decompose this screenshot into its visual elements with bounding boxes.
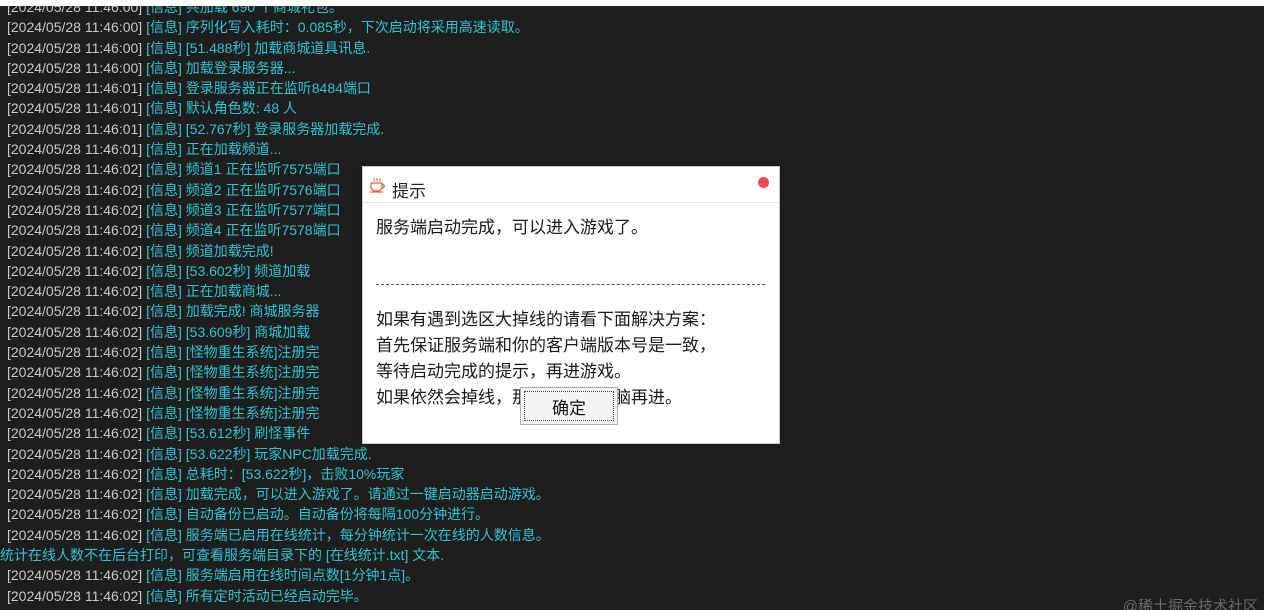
log-timestamp: [2024/05/28 11:46:02]	[7, 486, 143, 503]
dialog-body: 服务端启动完成，可以进入游戏了。 如果有遇到选区大掉线的请看下面解决方案： 首先…	[376, 203, 768, 407]
log-line: [2024/05/28 11:46:02] [信息] [53.622秒] 玩家N…	[7, 444, 550, 464]
log-timestamp: [2024/05/28 11:46:02]	[7, 506, 143, 523]
ok-button[interactable]: 确定	[520, 387, 618, 425]
log-message: [信息] 服务端启用在线时间点数[1分钟1点]。	[146, 567, 420, 584]
log-message: [信息] 共加载 690 个商城礼包。	[146, 6, 343, 15]
log-message: [信息] 序列化写入耗时：0.085秒，下次启动将采用高速读取。	[146, 19, 529, 36]
log-message: [信息] [怪物重生系统]注册完	[146, 344, 320, 361]
log-message: [信息] 总耗时：[53.622秒]，击败10%玩家	[146, 465, 405, 482]
log-message: [信息] 登录服务器正在监听8484端口	[146, 80, 371, 97]
log-message: [信息] [53.622秒] 玩家NPC加载完成.	[146, 445, 372, 462]
tip-line: 如果有遇到选区大掉线的请看下面解决方案：	[376, 310, 716, 329]
log-line: [2024/05/28 11:46:00] [信息] 共加载 690 个商城礼包…	[7, 6, 550, 17]
log-line: [2024/05/28 11:46:02] [信息] 所有定时活动已经启动完毕。	[7, 586, 550, 606]
log-message: 统计在线人数不在后台打印，可查看服务端目录下的 [在线统计.txt] 文本.	[0, 547, 445, 564]
log-message: [信息] 频道加载完成!	[146, 242, 274, 259]
log-message: [信息] [怪物重生系统]注册完	[146, 364, 320, 381]
log-timestamp: [2024/05/28 11:46:02]	[7, 465, 143, 482]
log-timestamp: [2024/05/28 11:46:00]	[7, 59, 143, 76]
log-timestamp: [2024/05/28 11:46:02]	[7, 283, 143, 300]
log-message: [信息] [53.602秒] 频道加载	[146, 262, 311, 279]
log-line: 统计在线人数不在后台打印，可查看服务端目录下的 [在线统计.txt] 文本.	[0, 545, 550, 565]
log-line: [2024/05/28 11:46:01] [信息] 正在加载频道...	[7, 139, 550, 159]
log-timestamp: [2024/05/28 11:46:00]	[7, 39, 143, 56]
log-message: [信息] [53.612秒] 刷怪事件	[146, 425, 311, 442]
log-message: [信息] 频道3 正在监听7577端口	[146, 201, 341, 218]
close-button[interactable]	[758, 177, 769, 188]
log-timestamp: [2024/05/28 11:46:02]	[7, 587, 143, 604]
log-timestamp: [2024/05/28 11:46:02]	[7, 445, 143, 462]
log-message: [信息] 频道1 正在监听7575端口	[146, 161, 341, 178]
log-line: [2024/05/28 11:46:02] [信息] 服务端启用在线时间点数[1…	[7, 565, 550, 585]
log-timestamp: [2024/05/28 11:46:02]	[7, 425, 143, 442]
log-message: [信息] 频道2 正在监听7576端口	[146, 181, 341, 198]
log-timestamp: [2024/05/28 11:46:01]	[7, 100, 143, 117]
log-timestamp: [2024/05/28 11:46:02]	[7, 526, 143, 543]
watermark: @稀土掘金技术社区	[1122, 598, 1258, 610]
log-timestamp: [2024/05/28 11:46:02]	[7, 181, 143, 198]
log-timestamp: [2024/05/28 11:46:02]	[7, 404, 143, 421]
log-line: [2024/05/28 11:46:01] [信息] 登录服务器正在监听8484…	[7, 78, 550, 98]
log-line: [2024/05/28 11:46:01] [信息] [52.767秒] 登录服…	[7, 119, 550, 139]
log-message: [信息] [53.609秒] 商城加载	[146, 323, 311, 340]
log-message: [信息] 频道4 正在监听7578端口	[146, 222, 341, 239]
log-timestamp: [2024/05/28 11:46:02]	[7, 262, 143, 279]
log-timestamp: [2024/05/28 11:46:02]	[7, 222, 143, 239]
log-line: [2024/05/28 11:46:02] [信息] 加载完成，可以进入游戏了。…	[7, 484, 550, 504]
log-message: [信息] 服务端已启用在线统计，每分钟统计一次在线的人数信息。	[146, 526, 550, 543]
log-line: [2024/05/28 11:46:01] [信息] 默认角色数: 48 人	[7, 98, 550, 118]
log-message: [信息] 加载登录服务器...	[146, 59, 296, 76]
log-timestamp: [2024/05/28 11:46:00]	[7, 6, 143, 15]
log-line: [2024/05/28 11:46:02] [信息] 总耗时：[53.622秒]…	[7, 464, 550, 484]
log-message: [信息] 默认角色数: 48 人	[146, 100, 298, 117]
log-timestamp: [2024/05/28 11:46:02]	[7, 567, 143, 584]
log-message: [信息] 正在加载频道...	[146, 141, 282, 158]
log-message: [信息] [51.488秒] 加载商城道具讯息.	[146, 39, 371, 56]
tip-line: 等待启动完成的提示，再进游戏。	[376, 362, 631, 381]
log-message: [信息] [怪物重生系统]注册完	[146, 404, 320, 421]
log-line: [2024/05/28 11:46:00] [信息] 加载登录服务器...	[7, 58, 550, 78]
log-timestamp: [2024/05/28 11:46:02]	[7, 344, 143, 361]
separator-line	[376, 284, 765, 285]
dialog-message: 服务端启动完成，可以进入游戏了。	[376, 218, 648, 237]
log-line: [2024/05/28 11:46:02] [信息] 服务端已启用在线统计，每分…	[7, 525, 550, 545]
log-line: [2024/05/28 11:46:00] [信息] 序列化写入耗时：0.085…	[7, 17, 550, 37]
log-message: [信息] 加载完成，可以进入游戏了。请通过一键启动器启动游戏。	[146, 486, 550, 503]
log-timestamp: [2024/05/28 11:46:01]	[7, 120, 143, 137]
log-timestamp: [2024/05/28 11:46:02]	[7, 323, 143, 340]
log-line: [2024/05/28 11:46:02] [信息] 自动备份已启动。自动备份将…	[7, 504, 550, 524]
tip-line: 首先保证服务端和你的客户端版本号是一致，	[376, 336, 716, 355]
dialog-titlebar[interactable]: 提示	[363, 167, 779, 203]
log-timestamp: [2024/05/28 11:46:02]	[7, 201, 143, 218]
coffee-cup-icon	[370, 177, 385, 193]
log-message: [信息] 正在加载商城...	[146, 283, 282, 300]
log-timestamp: [2024/05/28 11:46:02]	[7, 364, 143, 381]
log-timestamp: [2024/05/28 11:46:02]	[7, 384, 143, 401]
log-message: [信息] 所有定时活动已经启动完毕。	[146, 587, 368, 604]
log-timestamp: [2024/05/28 11:46:01]	[7, 141, 143, 158]
log-message: [信息] [52.767秒] 登录服务器加载完成.	[146, 120, 385, 137]
log-line: [2024/05/28 11:46:00] [信息] [51.488秒] 加载商…	[7, 38, 550, 58]
log-message: [信息] 加载完成! 商城服务器	[146, 303, 320, 320]
log-timestamp: [2024/05/28 11:46:01]	[7, 80, 143, 97]
log-timestamp: [2024/05/28 11:46:00]	[7, 19, 143, 36]
log-timestamp: [2024/05/28 11:46:02]	[7, 161, 143, 178]
log-message: [信息] [怪物重生系统]注册完	[146, 384, 320, 401]
log-message: [信息] 自动备份已启动。自动备份将每隔100分钟进行。	[146, 506, 490, 523]
focus-ring	[524, 391, 614, 421]
log-timestamp: [2024/05/28 11:46:02]	[7, 303, 143, 320]
log-timestamp: [2024/05/28 11:46:02]	[7, 242, 143, 259]
notice-dialog: 提示 服务端启动完成，可以进入游戏了。 如果有遇到选区大掉线的请看下面解决方案：…	[362, 166, 780, 444]
dialog-title: 提示	[392, 182, 426, 201]
